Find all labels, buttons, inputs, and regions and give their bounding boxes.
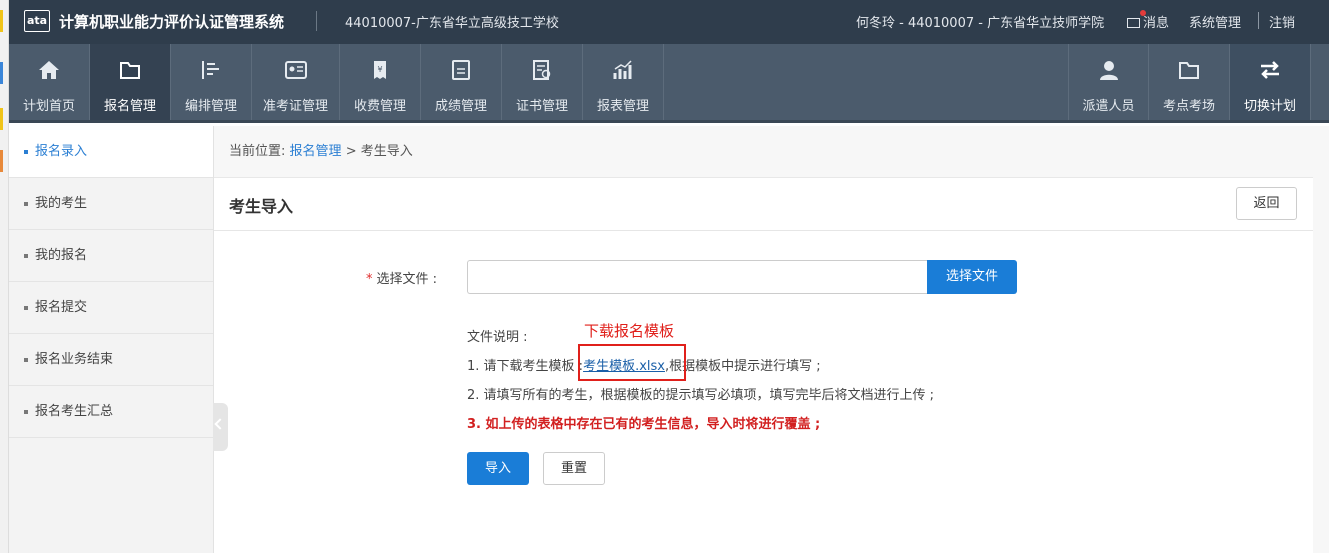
switch-icon bbox=[1261, 61, 1279, 79]
file-field-label-text: 选择文件 : bbox=[376, 272, 438, 287]
folder-icon bbox=[1179, 62, 1199, 79]
annotation-highlight-box bbox=[578, 344, 686, 381]
description-line-2: 2. 请填写所有的考生，根据模板的提示填写必填项，填写完毕后将文档进行上传 ; bbox=[467, 388, 935, 403]
nav-admission-ticket[interactable]: 准考证管理 bbox=[252, 44, 340, 120]
nav-label: 切换计划 bbox=[1243, 99, 1296, 114]
sidebar-item-registration-entry[interactable]: 报名录入 bbox=[9, 126, 213, 178]
import-button[interactable]: 导入 bbox=[467, 452, 529, 485]
nav-registration[interactable]: 报名管理 bbox=[90, 44, 171, 120]
nav-dispatched-staff[interactable]: 派遣人员 bbox=[1068, 44, 1149, 120]
panel-header: 考生导入 返回 bbox=[214, 179, 1313, 231]
svg-text:¥: ¥ bbox=[377, 65, 382, 74]
home-icon bbox=[39, 61, 59, 79]
messages-label: 消息 bbox=[1143, 16, 1170, 31]
header-divider bbox=[316, 11, 317, 31]
messages-link[interactable]: 消息 bbox=[1127, 12, 1169, 31]
nav-label: 证书管理 bbox=[515, 99, 568, 114]
file-path-input[interactable] bbox=[467, 260, 927, 294]
person-icon bbox=[1099, 61, 1118, 80]
reset-button[interactable]: 重置 bbox=[543, 452, 605, 485]
nav-scores[interactable]: 成绩管理 bbox=[421, 44, 502, 120]
logo: ata bbox=[24, 10, 50, 32]
nav-label: 准考证管理 bbox=[262, 99, 328, 114]
breadcrumb: 当前位置: 报名管理 > 考生导入 bbox=[214, 126, 1313, 178]
required-asterisk: * bbox=[366, 272, 373, 287]
left-edge-strip bbox=[0, 0, 9, 553]
edge-mark-blue bbox=[0, 62, 3, 84]
nav-label: 报表管理 bbox=[596, 99, 649, 114]
nav-arrange[interactable]: 编排管理 bbox=[171, 44, 252, 120]
line1-prefix: 1. 请下载考生模板 : bbox=[467, 359, 584, 374]
nav-fees[interactable]: ¥ 收费管理 bbox=[340, 44, 421, 120]
top-header: ata 计算机职业能力评价认证管理系统 44010007-广东省华立高级技工学校… bbox=[9, 0, 1329, 44]
nav-label: 考点考场 bbox=[1162, 99, 1215, 114]
nav-certificates[interactable]: 证书管理 bbox=[502, 44, 583, 120]
sidebar-item-my-registrations[interactable]: 我的报名 bbox=[9, 230, 213, 282]
breadcrumb-separator: > bbox=[345, 144, 357, 159]
nav-label: 成绩管理 bbox=[434, 99, 487, 114]
logout-link[interactable]: 注销 bbox=[1269, 12, 1295, 31]
sidebar-item-submit-registration[interactable]: 报名提交 bbox=[9, 282, 213, 334]
folder-icon bbox=[120, 62, 140, 79]
nav-label: 编排管理 bbox=[184, 99, 237, 114]
unread-badge bbox=[1140, 10, 1146, 16]
nav-label: 派遣人员 bbox=[1082, 99, 1135, 114]
organization-name: 44010007-广东省华立高级技工学校 bbox=[345, 16, 559, 31]
report-icon bbox=[613, 60, 632, 79]
chevron-left-icon bbox=[214, 418, 226, 430]
header-divider-2 bbox=[1258, 12, 1259, 29]
edge-mark-yellow-2 bbox=[0, 108, 3, 130]
edge-mark-yellow bbox=[0, 10, 3, 32]
annotation-label: 下载报名模板 bbox=[584, 322, 675, 340]
nav-home[interactable]: 计划首页 bbox=[9, 44, 90, 120]
breadcrumb-prefix: 当前位置: bbox=[229, 144, 286, 159]
arrange-icon bbox=[202, 61, 219, 79]
certificate-icon bbox=[533, 60, 551, 80]
sidebar-item-candidate-summary[interactable]: 报名考生汇总 bbox=[9, 386, 213, 438]
sidebar-item-my-candidates[interactable]: 我的考生 bbox=[9, 178, 213, 230]
file-field-label: * 选择文件 : bbox=[366, 268, 437, 287]
id-card-icon bbox=[284, 61, 307, 79]
system-admin-link[interactable]: 系统管理 bbox=[1189, 12, 1241, 31]
back-button[interactable]: 返回 bbox=[1236, 187, 1297, 220]
fee-icon: ¥ bbox=[374, 61, 386, 79]
nav-exam-sites[interactable]: 考点考场 bbox=[1149, 44, 1230, 120]
breadcrumb-current: 考生导入 bbox=[360, 144, 413, 159]
nav-label: 报名管理 bbox=[103, 99, 156, 114]
envelope-icon bbox=[1127, 18, 1140, 28]
nav-label: 计划首页 bbox=[22, 99, 75, 114]
nav-switch-plan[interactable]: 切换计划 bbox=[1230, 44, 1311, 120]
main-nav: 计划首页 报名管理 编排管理 准考证管理 ¥ 收费管理 成绩管理 证书管理 报表… bbox=[9, 44, 1329, 123]
line1-suffix: ,根据模板中提示进行填写 ; bbox=[664, 359, 821, 374]
description-line-3-warning: 3. 如上传的表格中存在已有的考生信息，导入时将进行覆盖 ; bbox=[467, 417, 821, 432]
choose-file-button[interactable]: 选择文件 bbox=[927, 260, 1017, 294]
right-gutter bbox=[1313, 126, 1329, 553]
sidebar-item-end-registration[interactable]: 报名业务结束 bbox=[9, 334, 213, 386]
description-title: 文件说明 : bbox=[467, 330, 528, 345]
score-icon bbox=[452, 60, 470, 80]
sidebar: 报名录入 我的考生 我的报名 报名提交 报名业务结束 报名考生汇总 bbox=[9, 126, 214, 553]
edge-mark-orange bbox=[0, 150, 3, 172]
nav-reports[interactable]: 报表管理 bbox=[583, 44, 664, 120]
page-title: 考生导入 bbox=[229, 197, 294, 216]
system-title: 计算机职业能力评价认证管理系统 bbox=[59, 13, 285, 31]
sidebar-collapse-toggle[interactable] bbox=[213, 403, 228, 451]
user-info: 何冬玲 - 44010007 - 广东省华立技师学院 bbox=[856, 16, 1105, 31]
nav-label: 收费管理 bbox=[353, 99, 406, 114]
breadcrumb-section-link[interactable]: 报名管理 bbox=[290, 144, 342, 159]
